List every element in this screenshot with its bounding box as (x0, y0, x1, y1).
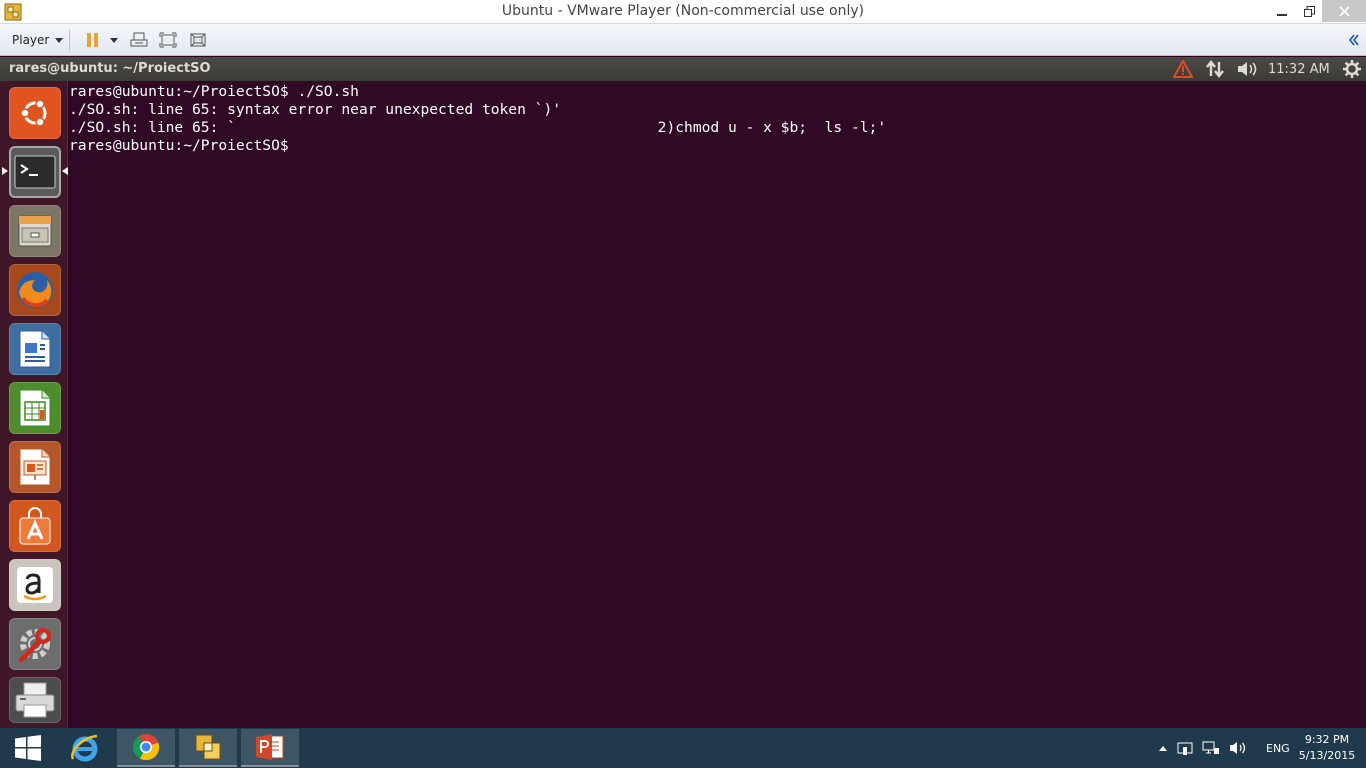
network-icon (1206, 60, 1224, 78)
system-tray: ENG (1158, 728, 1290, 768)
unity-icon (190, 33, 206, 47)
panel-clock[interactable]: 11:32 AM (1268, 59, 1330, 79)
launcher-libreoffice-impress[interactable] (9, 441, 61, 493)
ubuntu-logo-icon (20, 99, 47, 127)
window-title: Ubuntu - VMware Player (Non-commercial u… (501, 3, 865, 19)
start-button[interactable] (0, 728, 56, 768)
window-titlebar: Ubuntu - VMware Player (Non-commercial u… (0, 0, 1366, 24)
pause-button[interactable] (82, 28, 122, 52)
network-indicator[interactable] (1204, 59, 1226, 79)
warning-indicator[interactable] (1172, 59, 1194, 79)
fullscreen-button[interactable] (156, 28, 180, 52)
launcher-files[interactable] (9, 205, 61, 257)
ubuntu-top-panel: rares@ubuntu: ~/ProiectSO 11:32 AM (0, 57, 1366, 81)
session-gear-icon (1343, 60, 1361, 78)
windows-logo-icon (15, 735, 41, 761)
terminal-line: ./SO.sh: line 65: ` 2)chmod u - x $b; ls… (69, 119, 887, 136)
volume-icon (1238, 62, 1257, 76)
taskbar-vmware-player[interactable] (179, 729, 237, 767)
amazon-icon (17, 567, 53, 603)
calc-icon (19, 389, 51, 427)
close-button[interactable] (1322, 0, 1366, 22)
collapse-toolbar-button[interactable] (1346, 28, 1362, 52)
file-cabinet-icon (18, 215, 52, 247)
input-language[interactable]: ENG (1266, 742, 1290, 755)
chevron-down-icon (55, 37, 64, 43)
powerpoint-icon (256, 734, 284, 760)
collapse-icon (1349, 34, 1359, 46)
terminal-view[interactable]: rares@ubuntu:~/ProiectSO$ ./SO.sh ./SO.s… (69, 81, 1366, 728)
writer-icon (19, 330, 51, 368)
taskbar-chrome[interactable] (117, 729, 175, 767)
network-icon[interactable] (1202, 740, 1220, 756)
send-ctrl-alt-del-button[interactable] (128, 28, 150, 52)
action-center-icon[interactable] (1177, 740, 1193, 756)
restore-icon (1303, 5, 1315, 17)
minimize-icon (1277, 14, 1287, 16)
chevron-up-icon[interactable] (1158, 744, 1168, 752)
session-menu[interactable] (1342, 59, 1362, 79)
terminal-prompt-line: rares@ubuntu:~/ProiectSO$ (69, 137, 298, 154)
launcher-dash-home[interactable] (9, 87, 61, 139)
terminal-line: rares@ubuntu:~/ProiectSO$ ./SO.sh (69, 83, 359, 100)
printer-icon (15, 682, 55, 718)
launcher-software-center[interactable] (9, 500, 61, 552)
firefox-icon (17, 272, 53, 308)
send-ctrl-alt-del-icon (130, 32, 148, 47)
vmware-toolbar: Player (0, 24, 1366, 56)
unity-launcher (0, 81, 68, 728)
terminal-output: rares@ubuntu:~/ProiectSO$ ./SO.sh ./SO.s… (69, 83, 886, 155)
close-icon (1338, 5, 1350, 17)
terminal-icon (14, 155, 56, 189)
chevron-down-icon (110, 37, 118, 43)
impress-icon (19, 448, 51, 486)
launcher-system-settings[interactable] (9, 618, 61, 670)
windows-taskbar: ENG 9:32 PM 5/13/2015 (0, 728, 1366, 768)
volume-icon[interactable] (1229, 740, 1247, 756)
taskbar-date: 5/13/2015 (1298, 749, 1356, 762)
launcher-printer[interactable] (9, 677, 61, 723)
pause-icon (87, 33, 98, 47)
volume-indicator[interactable] (1236, 59, 1260, 79)
launcher-terminal[interactable] (9, 146, 61, 198)
launcher-libreoffice-calc[interactable] (9, 382, 61, 434)
launcher-libreoffice-writer[interactable] (9, 323, 61, 375)
launcher-amazon[interactable] (9, 559, 61, 611)
focused-app-arrow-right (62, 167, 68, 175)
ie-icon (71, 734, 98, 762)
taskbar-powerpoint[interactable] (241, 729, 299, 767)
chrome-icon (132, 734, 160, 761)
active-window-title: rares@ubuntu: ~/ProiectSO (9, 61, 211, 76)
shopping-bag-icon (19, 507, 51, 545)
launcher-firefox[interactable] (9, 264, 61, 316)
wrench-gear-icon (18, 628, 51, 663)
active-app-arrow-left (2, 167, 8, 175)
vmware-icon (195, 734, 221, 760)
fullscreen-icon (159, 32, 177, 48)
player-menu-label: Player (12, 33, 50, 47)
terminal-line: ./SO.sh: line 65: syntax error near unex… (69, 101, 562, 118)
taskbar-time: 9:32 PM (1304, 733, 1350, 746)
warning-icon (1173, 60, 1193, 78)
taskbar-internet-explorer[interactable] (56, 729, 114, 767)
unity-button[interactable] (186, 28, 210, 52)
taskbar-clock[interactable]: 9:32 PM 5/13/2015 (1292, 732, 1362, 764)
player-menu-button[interactable]: Player (6, 29, 71, 51)
